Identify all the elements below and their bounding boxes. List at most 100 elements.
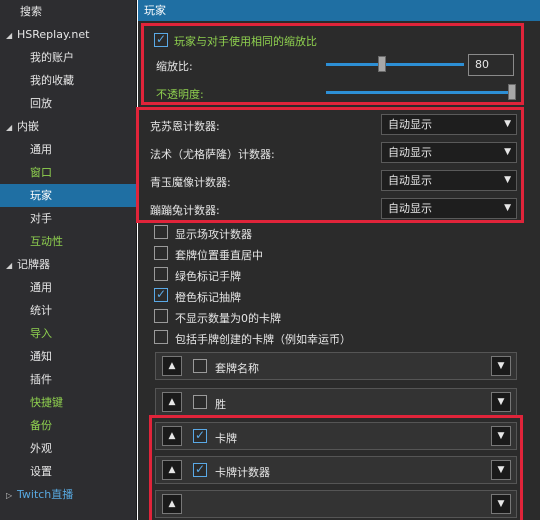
move-up-button[interactable]: ▲ [162,356,182,376]
sidebar-item-0[interactable]: 搜索 [0,0,136,23]
panel-title: 玩家 [138,0,540,21]
row-visibility-checkbox[interactable] [193,395,207,409]
sidebar-item-label: 快捷键 [30,396,63,409]
same-scale-checkbox[interactable] [154,32,168,47]
sidebar-item-label: 内嵌 [17,120,39,133]
collapse-arrow-icon[interactable]: ◢ [6,254,17,277]
counter-label: 法术（尤格萨隆）计数器: [150,148,275,161]
sidebar-item-label: HSReplay.net [17,28,90,41]
scale-slider-thumb[interactable] [378,56,386,72]
collapse-arrow-icon[interactable]: ◢ [6,116,17,139]
sidebar-item-label: 通用 [30,281,52,294]
option-checkbox[interactable] [154,246,168,260]
sidebar-item-19[interactable]: 外观 [0,437,136,460]
player-settings-panel: 玩家 玩家与对手使用相同的缩放比 缩放比: 80 不透明度: 克苏恩计数器: 自动… [136,0,540,520]
sidebar-item-label: 对手 [30,212,52,225]
counter-label: 克苏恩计数器: [150,120,220,133]
sidebar-item-5[interactable]: ◢ 内嵌 [0,115,136,138]
sidebar-item-21[interactable]: ▷ Twitch直播 [0,483,136,506]
sidebar-item-16[interactable]: 插件 [0,368,136,391]
dropdown-arrow-icon: ▼ [504,203,511,213]
move-up-button[interactable]: ▲ [162,392,182,412]
sidebar-item-10[interactable]: 互动性 [0,230,136,253]
arrow-down-icon: ▼ [497,397,505,407]
option-checkbox[interactable] [154,225,168,239]
opacity-slider-thumb[interactable] [508,84,516,100]
sidebar-item-11[interactable]: ◢ 记牌器 [0,253,136,276]
sidebar-item-label: 玩家 [30,189,52,202]
dropdown-arrow-icon: ▼ [504,119,511,129]
counter-mode-select[interactable]: 自动显示 ▼ [381,114,517,135]
sidebar-item-6[interactable]: 通用 [0,138,136,161]
sidebar-item-label: 窗口 [30,166,52,179]
sidebar-item-label: 设置 [30,465,52,478]
option-checkbox[interactable] [154,287,168,302]
sidebar-item-label: 我的收藏 [30,74,74,87]
option-label: 套牌位置垂直居中 [175,249,263,262]
scale-label: 缩放比: [156,60,193,73]
dropdown-arrow-icon: ▼ [504,175,511,185]
deck-order-row: ▲ ▼ 胜 [155,388,517,416]
sidebar-item-4[interactable]: 回放 [0,92,136,115]
arrow-up-icon: ▲ [168,397,176,407]
option-label: 绿色标记手牌 [175,270,241,283]
arrow-up-icon: ▲ [168,361,176,371]
sidebar-item-label: 我的账户 [30,51,74,64]
counter-label: 青玉魔像计数器: [150,176,231,189]
scale-value-input[interactable]: 80 [468,54,514,76]
counter-mode-select[interactable]: 自动显示 ▼ [381,142,517,163]
counter-mode-select[interactable]: 自动显示 ▼ [381,170,517,191]
card-rows-highlight-box [149,415,523,520]
opacity-slider[interactable] [326,82,516,102]
sidebar-item-label: 记牌器 [17,258,50,271]
sidebar-item-label: 互动性 [30,235,63,248]
sidebar-item-14[interactable]: 导入 [0,322,136,345]
sidebar-item-12[interactable]: 通用 [0,276,136,299]
scale-slider-track [326,63,464,66]
sidebar-item-2[interactable]: 我的账户 [0,46,136,69]
sidebar-item-label: 通知 [30,350,52,363]
option-checkbox[interactable] [154,330,168,344]
sidebar-item-label: 导入 [30,327,52,340]
scale-slider[interactable] [326,54,464,74]
counter-mode-select[interactable]: 自动显示 ▼ [381,198,517,219]
sidebar-item-label: 外观 [30,442,52,455]
sidebar-item-18[interactable]: 备份 [0,414,136,437]
sidebar-item-9[interactable]: 对手 [0,207,136,230]
counter-label: 蹦蹦兔计数器: [150,204,220,217]
sidebar-item-label: 回放 [30,97,52,110]
row-label: 胜 [215,398,226,411]
sidebar-item-3[interactable]: 我的收藏 [0,69,136,92]
option-label: 包括手牌创建的卡牌（例如幸运币） [175,333,351,346]
counter-mode-value: 自动显示 [388,146,432,159]
deck-order-row: ▲ ▼ 套牌名称 [155,352,517,380]
collapse-arrow-icon[interactable]: ◢ [6,24,17,47]
option-checkbox[interactable] [154,309,168,323]
sidebar-item-15[interactable]: 通知 [0,345,136,368]
sidebar-item-label: 备份 [30,419,52,432]
option-checkbox[interactable] [154,267,168,281]
sidebar-item-8[interactable]: 玩家 [0,184,136,207]
row-label: 套牌名称 [215,362,259,375]
sidebar-item-13[interactable]: 统计 [0,299,136,322]
sidebar-item-1[interactable]: ◢ HSReplay.net [0,23,136,46]
expand-arrow-icon[interactable]: ▷ [6,484,17,507]
row-visibility-checkbox[interactable] [193,359,207,373]
option-label: 橙色标记抽牌 [175,291,241,304]
sidebar-item-label: 搜索 [20,5,42,18]
move-down-button[interactable]: ▼ [491,392,511,412]
sidebar-item-17[interactable]: 快捷键 [0,391,136,414]
opacity-slider-track [326,91,516,94]
option-label: 显示场攻计数器 [175,228,252,241]
move-down-button[interactable]: ▼ [491,356,511,376]
counter-mode-value: 自动显示 [388,174,432,187]
sidebar-item-7[interactable]: 窗口 [0,161,136,184]
sidebar-item-label: 通用 [30,143,52,156]
settings-sidebar: 搜索 ◢ HSReplay.net 我的账户 我的收藏 回放 ◢ 内嵌 通用 窗口 玩家 对手 互动性 ◢… [0,0,137,520]
sidebar-item-label: Twitch直播 [17,488,74,501]
arrow-down-icon: ▼ [497,361,505,371]
sidebar-item-label: 统计 [30,304,52,317]
sidebar-item-20[interactable]: 设置 [0,460,136,483]
sidebar-item-label: 插件 [30,373,52,386]
option-label: 不显示数量为0的卡牌 [175,312,281,325]
